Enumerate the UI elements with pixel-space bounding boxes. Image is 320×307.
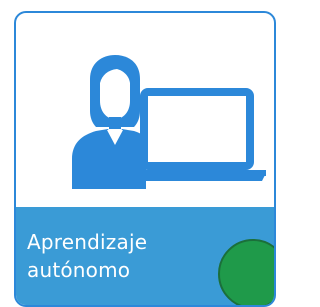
- card-title-line1: Aprendizaje: [27, 230, 148, 254]
- person-with-laptop-icon: [16, 13, 274, 207]
- card-title-line2: autónomo: [27, 258, 131, 282]
- caption-bar: Aprendizaje autónomo: [16, 207, 274, 305]
- card-title: Aprendizaje autónomo: [27, 228, 187, 284]
- autonomous-learning-card[interactable]: Aprendizaje autónomo: [14, 11, 276, 307]
